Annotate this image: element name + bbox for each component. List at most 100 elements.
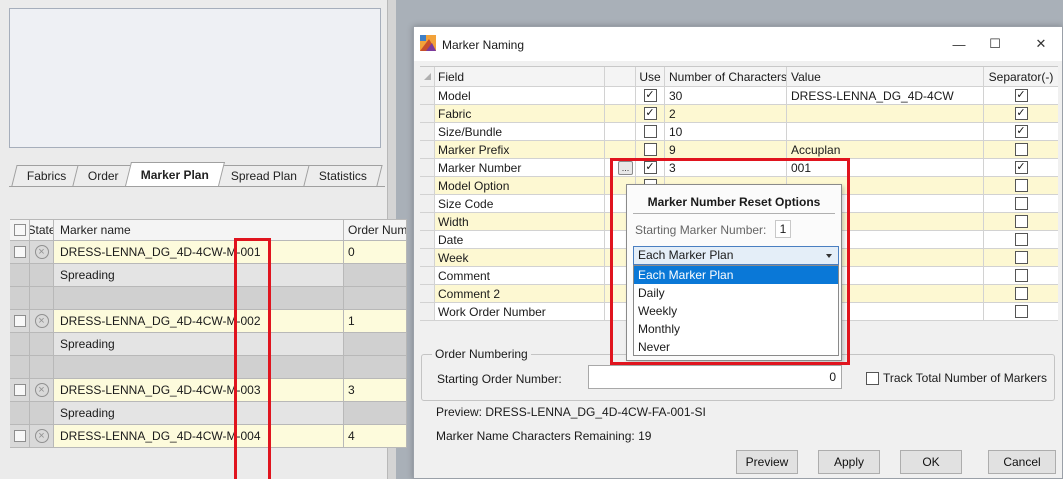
header-num-chars[interactable]: Number of Characters [665, 67, 787, 86]
close-button[interactable]: ✕ [1026, 33, 1056, 55]
cancel-button[interactable]: Cancel [988, 450, 1056, 474]
row-select-cell[interactable] [10, 241, 30, 263]
value-cell[interactable]: DRESS-LENNA_DG_4D-4CW [787, 87, 984, 104]
marker-name-cell[interactable]: Spreading [54, 402, 344, 424]
marker-row[interactable]: × DRESS-LENNA_DG_4D-4CW-M-003 3 [10, 379, 407, 402]
separator-cell[interactable]: ✓ [984, 87, 1058, 104]
separator-checkbox[interactable] [1014, 305, 1028, 318]
separator-cell[interactable] [984, 249, 1058, 266]
separator-checkbox[interactable] [1014, 251, 1028, 264]
header-select-all[interactable] [10, 220, 30, 240]
separator-cell[interactable] [984, 195, 1058, 212]
marker-name-cell[interactable]: Spreading [54, 333, 344, 355]
separator-checkbox[interactable] [1014, 197, 1028, 210]
separator-checkbox[interactable] [1014, 233, 1028, 246]
blank-row[interactable] [10, 287, 407, 310]
tab-fabrics[interactable]: Fabrics [11, 165, 82, 186]
order-num-cell[interactable]: 4 [344, 425, 407, 447]
header-field[interactable]: Field [435, 67, 605, 86]
value-cell[interactable]: Accuplan [787, 141, 984, 158]
separator-cell[interactable] [984, 267, 1058, 284]
tab-statistics[interactable]: Statistics [303, 165, 383, 186]
header-separator[interactable]: Separator(-) [984, 67, 1058, 86]
field-row-fabric[interactable]: Fabric ✓ 2 ✓ [420, 105, 1058, 123]
spreading-row[interactable]: Spreading [10, 264, 407, 287]
apply-button[interactable]: Apply [818, 450, 880, 474]
header-order-num[interactable]: Order Num. [344, 220, 407, 240]
row-checkbox[interactable] [13, 384, 26, 396]
ok-button[interactable]: OK [900, 450, 962, 474]
preview-button[interactable]: Preview [736, 450, 798, 474]
field-row-marker-prefix[interactable]: Marker Prefix 9 Accuplan [420, 141, 1058, 159]
order-num-cell[interactable]: 0 [344, 241, 407, 263]
spreading-row[interactable]: Spreading [10, 333, 407, 356]
minimize-button[interactable]: — [944, 33, 974, 55]
row-select-cell[interactable] [10, 402, 30, 424]
dialog-titlebar[interactable]: Marker Naming — ☐ ✕ [414, 27, 1062, 61]
num-chars-cell[interactable]: 9 [665, 141, 787, 158]
separator-checkbox-checked[interactable]: ✓ [1014, 107, 1028, 120]
header-value[interactable]: Value [787, 67, 984, 86]
use-cell[interactable]: ✓ [636, 87, 665, 104]
marker-name-cell[interactable]: Spreading [54, 264, 344, 286]
separator-checkbox[interactable] [1014, 287, 1028, 300]
blank-row[interactable] [10, 356, 407, 379]
use-checkbox-checked[interactable]: ✓ [643, 107, 657, 120]
marker-name-cell[interactable] [54, 287, 344, 309]
separator-checkbox[interactable] [1014, 143, 1028, 156]
use-cell[interactable] [636, 141, 665, 158]
order-num-cell[interactable] [344, 287, 407, 309]
order-num-cell[interactable]: 3 [344, 379, 407, 401]
starting-order-number-input[interactable]: 0 [588, 365, 842, 389]
use-cell[interactable] [636, 123, 665, 140]
separator-cell[interactable]: ✓ [984, 159, 1058, 176]
separator-checkbox-checked[interactable]: ✓ [1014, 89, 1028, 102]
row-select-cell[interactable] [10, 379, 30, 401]
order-num-cell[interactable] [344, 402, 407, 424]
value-cell[interactable] [787, 123, 984, 140]
separator-cell[interactable] [984, 177, 1058, 194]
row-select-cell[interactable] [10, 287, 30, 309]
row-select-cell[interactable] [10, 264, 30, 286]
separator-checkbox[interactable] [1014, 269, 1028, 282]
marker-name-cell[interactable] [54, 356, 344, 378]
spreading-row[interactable]: Spreading [10, 402, 407, 425]
tab-spread-plan[interactable]: Spread Plan [215, 165, 313, 186]
marker-row[interactable]: × DRESS-LENNA_DG_4D-4CW-M-002 1 [10, 310, 407, 333]
separator-cell[interactable]: ✓ [984, 105, 1058, 122]
track-total-markers-label[interactable]: Track Total Number of Markers [883, 371, 1047, 385]
header-state[interactable]: State [30, 220, 54, 240]
separator-cell[interactable]: ✓ [984, 123, 1058, 140]
marker-name-cell[interactable]: DRESS-LENNA_DG_4D-4CW-M-004 [54, 425, 344, 447]
row-select-cell[interactable] [10, 310, 30, 332]
field-row-model[interactable]: Model ✓ 30 DRESS-LENNA_DG_4D-4CW ✓ [420, 87, 1058, 105]
header-use[interactable]: Use [636, 67, 665, 86]
separator-checkbox-checked[interactable]: ✓ [1014, 125, 1028, 138]
order-num-cell[interactable] [344, 356, 407, 378]
separator-checkbox[interactable] [1014, 215, 1028, 228]
use-checkbox-checked[interactable]: ✓ [643, 89, 657, 102]
num-chars-cell[interactable]: 10 [665, 123, 787, 140]
separator-cell[interactable] [984, 285, 1058, 302]
row-checkbox[interactable] [13, 430, 26, 442]
track-total-markers-checkbox[interactable] [866, 372, 879, 385]
row-select-cell[interactable] [10, 356, 30, 378]
separator-checkbox-checked[interactable]: ✓ [1014, 161, 1028, 174]
separator-checkbox[interactable] [1014, 179, 1028, 192]
num-chars-cell[interactable]: 30 [665, 87, 787, 104]
separator-cell[interactable] [984, 141, 1058, 158]
tab-marker-plan[interactable]: Marker Plan [125, 162, 226, 186]
field-row-size-bundle[interactable]: Size/Bundle 10 ✓ [420, 123, 1058, 141]
order-num-cell[interactable] [344, 264, 407, 286]
separator-cell[interactable] [984, 303, 1058, 320]
order-num-cell[interactable] [344, 333, 407, 355]
maximize-button[interactable]: ☐ [980, 33, 1010, 55]
order-num-cell[interactable]: 1 [344, 310, 407, 332]
use-checkbox[interactable] [643, 125, 657, 138]
marker-name-cell[interactable]: DRESS-LENNA_DG_4D-4CW-M-002 [54, 310, 344, 332]
row-select-cell[interactable] [10, 333, 30, 355]
marker-name-cell[interactable]: DRESS-LENNA_DG_4D-4CW-M-003 [54, 379, 344, 401]
num-chars-cell[interactable]: 2 [665, 105, 787, 122]
separator-cell[interactable] [984, 213, 1058, 230]
row-checkbox[interactable] [13, 246, 26, 258]
